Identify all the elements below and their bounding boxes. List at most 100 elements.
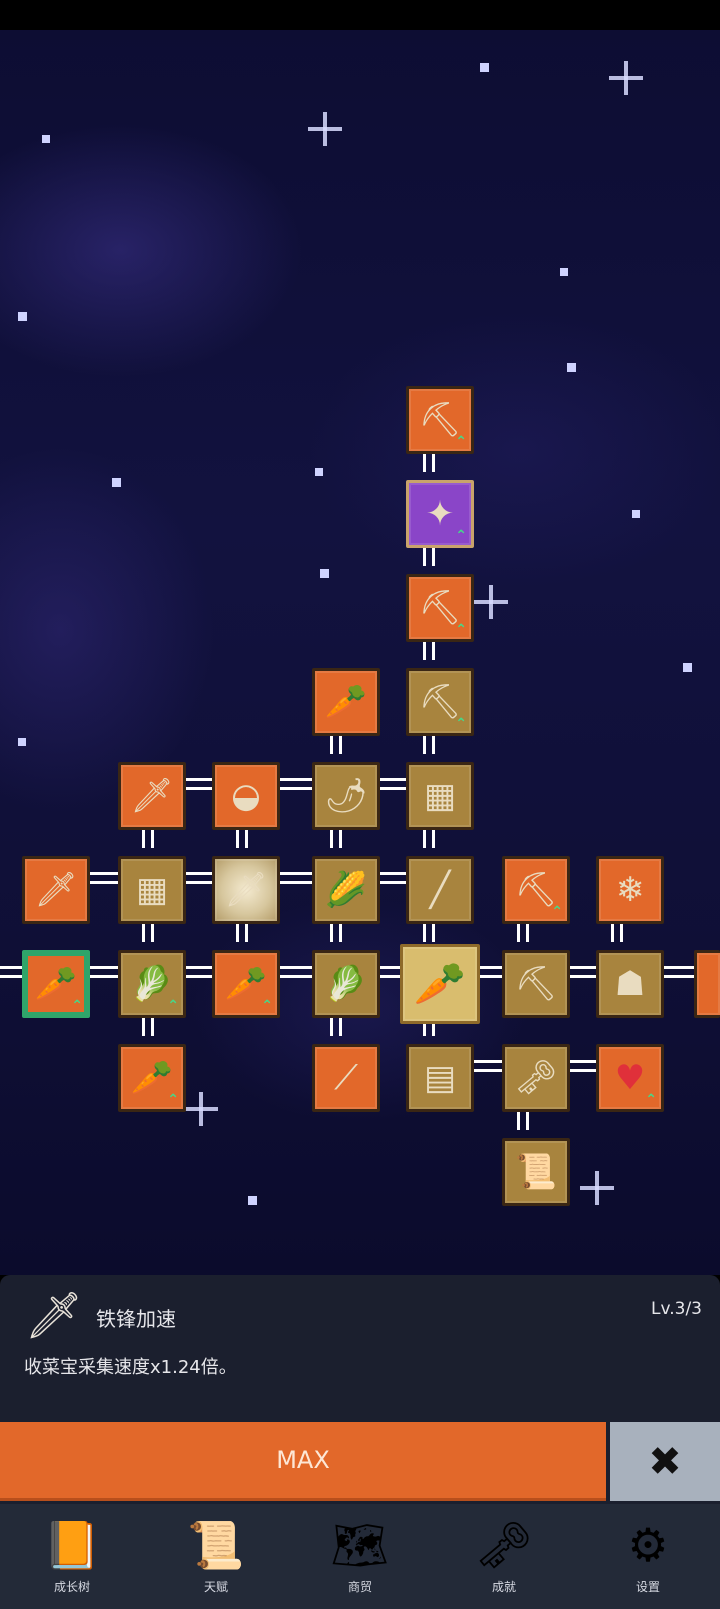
nav-item-settings[interactable]: ⚙ 设置 bbox=[576, 1504, 720, 1609]
max-button[interactable]: MAX bbox=[0, 1422, 606, 1501]
skill-node-chili[interactable]: 🌶 bbox=[312, 762, 380, 830]
star bbox=[112, 478, 121, 487]
star bbox=[320, 569, 329, 578]
skill-node-backpack-mid[interactable]: ▦ bbox=[118, 856, 186, 924]
skill-node-sword-left[interactable]: 🗡 bbox=[22, 856, 90, 924]
sword-icon: 🗡 bbox=[24, 1287, 84, 1342]
carrot-icon: 🥕 bbox=[224, 964, 268, 1004]
skill-node-cabbage-2[interactable]: 🥬 bbox=[312, 950, 380, 1018]
close-button[interactable]: ✖ bbox=[610, 1422, 720, 1501]
crystal-icon: ❄ bbox=[615, 870, 645, 910]
scroll-icon: 📜 bbox=[514, 1152, 558, 1192]
cabbage-icon: 🥬 bbox=[324, 964, 368, 1004]
statue-icon: ☗ bbox=[614, 964, 646, 1004]
sparkle-star bbox=[609, 61, 643, 95]
pickaxe-icon: ⛏ bbox=[514, 870, 558, 910]
nav-item-achievements[interactable]: 🗝 成就 bbox=[432, 1504, 576, 1609]
nav-item-talent[interactable]: 📜 天赋 bbox=[144, 1504, 288, 1609]
nav-item-growth-tree[interactable]: 📙 成长树 bbox=[0, 1504, 144, 1609]
carrot-icon: 🥕 bbox=[34, 964, 78, 1004]
star bbox=[315, 468, 323, 476]
star bbox=[18, 738, 26, 746]
carrot-icon: 🥕 bbox=[130, 1058, 174, 1098]
skill-node-pickaxe-2[interactable]: ⛏ bbox=[502, 950, 570, 1018]
magic-shovel-icon: ✦ bbox=[425, 494, 455, 534]
skill-node-shovel-4[interactable]: ⛏ ⌃ bbox=[406, 668, 474, 736]
skill-node-carrot-bottom[interactable]: 🥕 ⌃ bbox=[118, 1044, 186, 1112]
shovel-icon: ⛏ bbox=[418, 682, 462, 722]
skill-node-heart[interactable]: ♥ ⌃ bbox=[596, 1044, 664, 1112]
skill-node-pickaxe-top[interactable]: ⛏ ⌃ bbox=[502, 856, 570, 924]
golden-sword-icon: 🗡 bbox=[130, 776, 174, 816]
star bbox=[42, 135, 50, 143]
skill-node-staff[interactable]: ╱ bbox=[406, 856, 474, 924]
skill-node-treasure-map[interactable]: ▤ bbox=[406, 1044, 474, 1112]
cabbage-icon: 🥬 bbox=[130, 964, 174, 1004]
skill-node-parsnip[interactable]: ⟋ bbox=[312, 1044, 380, 1112]
bowl-icon: ◒ bbox=[231, 776, 261, 816]
chili-icon: 🌶 bbox=[324, 776, 368, 816]
nav-label: 商贸 bbox=[347, 1580, 372, 1594]
scroll-icon: 📜 bbox=[187, 1517, 245, 1572]
sparkle-star bbox=[184, 1092, 218, 1126]
nav-label: 成长树 bbox=[53, 1580, 90, 1594]
corn-icon: 🌽 bbox=[324, 870, 368, 910]
skill-node-carrot-selected[interactable]: 🥕 bbox=[400, 944, 480, 1024]
action-row: MAX ✖ bbox=[0, 1422, 720, 1504]
skill-node-shovel-top[interactable]: ⛏ ⌃ bbox=[406, 386, 474, 454]
skill-node-backpack-top[interactable]: ▦ bbox=[406, 762, 474, 830]
bottom-nav: 📙 成长树 📜 天赋 🗺 商贸 🗝 成就 ⚙ 设置 bbox=[0, 1504, 720, 1609]
close-icon: ✖ bbox=[648, 1438, 682, 1485]
skill-tree-canvas[interactable]: ⛏ ⌃ ✦ ⌃ ⛏ ⌃ ⛏ ⌃ 🥕 🗡 ◒ 🌶 ▦ 🗡 ▦ 🗡 🌽 ╱ ⛏ ⌃ ❄ 🥕 ⌃ … bbox=[0, 30, 720, 1275]
star bbox=[18, 312, 27, 321]
upgrade-arrow-icon: ⌃ bbox=[167, 1092, 179, 1108]
book-icon: 📙 bbox=[43, 1517, 101, 1572]
skill-level: Lv.3/3 bbox=[651, 1299, 702, 1319]
skill-node-bowl[interactable]: ◒ bbox=[212, 762, 280, 830]
pickaxe-icon: ⛏ bbox=[514, 964, 558, 1004]
skill-node-cabbage-1[interactable]: 🥬 ⌃ bbox=[118, 950, 186, 1018]
star bbox=[632, 510, 640, 518]
upgrade-arrow-icon: ⌃ bbox=[551, 904, 563, 920]
shovel-icon: ⛏ bbox=[418, 588, 462, 628]
skill-node-corn[interactable]: 🌽 bbox=[312, 856, 380, 924]
upgrade-arrow-icon: ⌃ bbox=[455, 622, 467, 638]
key-icon: 🗝 bbox=[474, 1517, 534, 1572]
upgrade-arrow-icon: ⌃ bbox=[455, 716, 467, 732]
map-icon: ▤ bbox=[423, 1058, 457, 1098]
nav-label: 天赋 bbox=[203, 1580, 228, 1594]
upgrade-arrow-icon: ⌃ bbox=[455, 528, 467, 544]
star bbox=[567, 363, 576, 372]
skill-info-panel: 🗡 铁锋加速 Lv.3/3 收菜宝采集速度x1.24倍。 bbox=[0, 1275, 720, 1423]
skill-node-carrot-2[interactable]: 🥕 ⌃ bbox=[212, 950, 280, 1018]
sparkle-star bbox=[474, 585, 508, 619]
nav-label: 成就 bbox=[491, 1580, 516, 1594]
skill-node-statue-edge[interactable] bbox=[694, 950, 720, 1018]
upgrade-arrow-icon: ⌃ bbox=[261, 998, 273, 1014]
sword-icon: 🗡 bbox=[224, 870, 268, 910]
skill-node-carrot-green[interactable]: 🥕 ⌃ bbox=[22, 950, 90, 1018]
skill-node-sword-shine[interactable]: 🗡 bbox=[212, 856, 280, 924]
skill-node-golden-key[interactable]: 🗝 bbox=[502, 1044, 570, 1112]
map-icon: 🗺 bbox=[330, 1517, 390, 1572]
star bbox=[560, 268, 568, 276]
star bbox=[683, 663, 692, 672]
status-bar bbox=[0, 0, 720, 30]
skill-node-shovel-3[interactable]: ⛏ ⌃ bbox=[406, 574, 474, 642]
skill-name: 铁锋加速 bbox=[96, 1307, 176, 1331]
upgrade-arrow-icon: ⌃ bbox=[455, 434, 467, 450]
backpack-icon: ▦ bbox=[135, 870, 169, 910]
skill-description: 收菜宝采集速度x1.24倍。 bbox=[24, 1357, 237, 1378]
skill-node-golden-sword[interactable]: 🗡 bbox=[118, 762, 186, 830]
nav-label: 设置 bbox=[635, 1580, 660, 1594]
nav-item-trade[interactable]: 🗺 商贸 bbox=[288, 1504, 432, 1609]
upgrade-arrow-icon: ⌃ bbox=[71, 998, 83, 1014]
skill-node-statue[interactable]: ☗ bbox=[596, 950, 664, 1018]
skill-node-radish[interactable]: 🥕 bbox=[312, 668, 380, 736]
skill-node-crystal[interactable]: ❄ bbox=[596, 856, 664, 924]
sparkle-star bbox=[308, 112, 342, 146]
skill-node-shovel-purple[interactable]: ✦ ⌃ bbox=[406, 480, 474, 548]
star bbox=[480, 63, 489, 72]
skill-node-scroll[interactable]: 📜 bbox=[502, 1138, 570, 1206]
radish-icon: 🥕 bbox=[324, 682, 368, 722]
